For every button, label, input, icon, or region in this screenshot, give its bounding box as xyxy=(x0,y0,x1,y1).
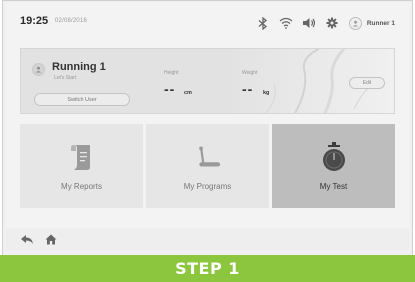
weight-unit: kg xyxy=(263,90,270,96)
weight-label: Weight xyxy=(242,70,258,76)
profile-avatar-icon xyxy=(32,63,45,76)
clock-time: 19:25 xyxy=(20,15,49,27)
edit-profile-button[interactable]: Edit xyxy=(349,77,385,89)
step-banner: STEP 1 xyxy=(0,255,415,282)
screen: 19:25 02/08/2016 Runner 1 Running 1 Let'… xyxy=(6,2,409,228)
profile-subtitle: Let's Start xyxy=(54,75,77,81)
height-unit: cm xyxy=(184,90,192,96)
weight-value: -- xyxy=(242,81,254,97)
user-chip[interactable]: Runner 1 xyxy=(348,16,395,30)
user-avatar-icon xyxy=(348,16,362,30)
tile-label: My Reports xyxy=(61,182,102,191)
user-name: Runner 1 xyxy=(366,19,395,27)
report-icon xyxy=(69,142,95,172)
back-icon[interactable] xyxy=(20,232,34,246)
status-bar: 19:25 02/08/2016 Runner 1 xyxy=(20,12,395,34)
switch-user-button[interactable]: Switch User xyxy=(34,93,130,106)
wifi-icon[interactable] xyxy=(279,16,293,30)
menu-tiles: My Reports My Programs My Test xyxy=(20,124,395,208)
home-icon[interactable] xyxy=(44,232,58,246)
tile-my-reports[interactable]: My Reports xyxy=(20,124,143,208)
bottom-nav xyxy=(6,228,409,250)
height-value: -- xyxy=(164,81,176,97)
settings-gear-icon[interactable] xyxy=(325,16,339,30)
tile-my-programs[interactable]: My Programs xyxy=(146,124,269,208)
tile-label: My Test xyxy=(319,182,348,191)
profile-name: Running 1 xyxy=(52,61,106,73)
stopwatch-icon xyxy=(321,142,347,172)
step-title: STEP 1 xyxy=(175,259,240,278)
profile-card: Running 1 Let's Start Switch User Height… xyxy=(20,48,395,114)
treadmill-icon xyxy=(195,142,221,172)
tile-label: My Programs xyxy=(183,182,232,191)
height-label: Height xyxy=(164,70,179,76)
bluetooth-icon[interactable] xyxy=(256,16,270,30)
status-icons: Runner 1 xyxy=(247,12,395,34)
tile-my-test[interactable]: My Test xyxy=(272,124,395,208)
volume-icon[interactable] xyxy=(302,16,316,30)
clock-date: 02/08/2016 xyxy=(55,18,88,24)
